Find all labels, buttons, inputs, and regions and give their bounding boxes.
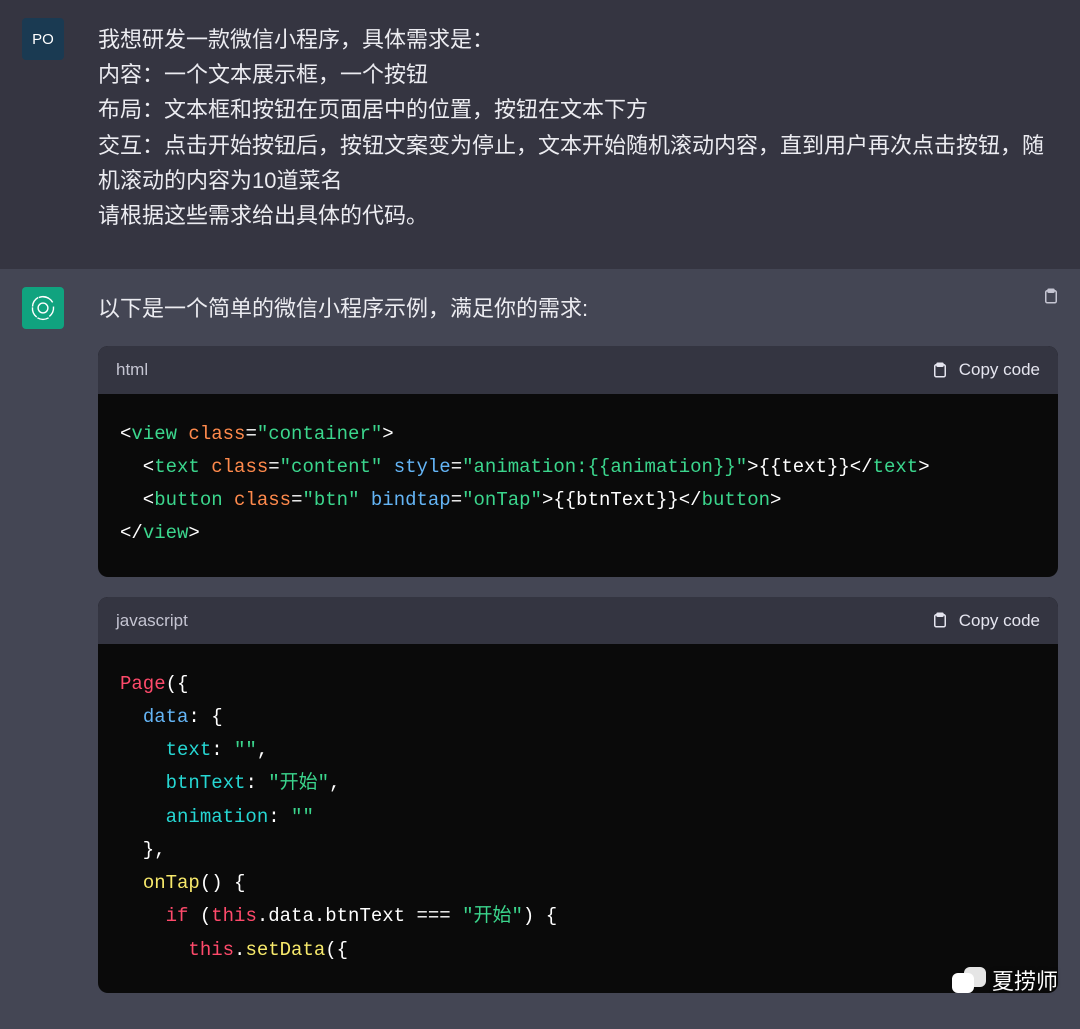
code-content-js[interactable]: Page({ data: { text: "", btnText: "开始", …	[98, 644, 1058, 993]
clipboard-icon	[1042, 287, 1060, 305]
assistant-message: 以下是一个简单的微信小程序示例，满足你的需求: html Copy code <…	[0, 269, 1080, 1029]
assistant-avatar	[22, 287, 64, 329]
watermark: 夏捞师	[952, 964, 1058, 996]
copy-code-label: Copy code	[959, 607, 1040, 634]
copy-code-button[interactable]: Copy code	[931, 356, 1040, 383]
openai-icon	[29, 294, 57, 322]
user-avatar: PO	[22, 18, 64, 60]
clipboard-icon	[931, 611, 949, 629]
copy-code-label: Copy code	[959, 356, 1040, 383]
copy-response-button[interactable]	[1042, 287, 1060, 310]
code-block-html: html Copy code <view class="container"> …	[98, 346, 1058, 576]
watermark-label: 夏捞师	[992, 964, 1058, 996]
code-block-js: javascript Copy code Page({ data: { text…	[98, 597, 1058, 993]
clipboard-icon	[931, 361, 949, 379]
user-message: PO 我想研发一款微信小程序，具体需求是： 内容：一个文本展示框，一个按钮 布局…	[0, 0, 1080, 269]
user-text: 我想研发一款微信小程序，具体需求是： 内容：一个文本展示框，一个按钮 布局：文本…	[98, 18, 1058, 233]
wechat-icon	[952, 967, 986, 993]
code-header: html Copy code	[98, 346, 1058, 393]
code-header: javascript Copy code	[98, 597, 1058, 644]
user-avatar-label: PO	[32, 31, 54, 48]
code-lang-label: html	[116, 356, 148, 383]
assistant-intro: 以下是一个简单的微信小程序示例，满足你的需求:	[98, 291, 1058, 326]
code-lang-label: javascript	[116, 607, 188, 634]
code-content-html[interactable]: <view class="container"> <text class="co…	[98, 394, 1058, 577]
copy-code-button[interactable]: Copy code	[931, 607, 1040, 634]
user-text-content: 我想研发一款微信小程序，具体需求是： 内容：一个文本展示框，一个按钮 布局：文本…	[98, 22, 1058, 233]
assistant-body: 以下是一个简单的微信小程序示例，满足你的需求: html Copy code <…	[98, 287, 1058, 993]
